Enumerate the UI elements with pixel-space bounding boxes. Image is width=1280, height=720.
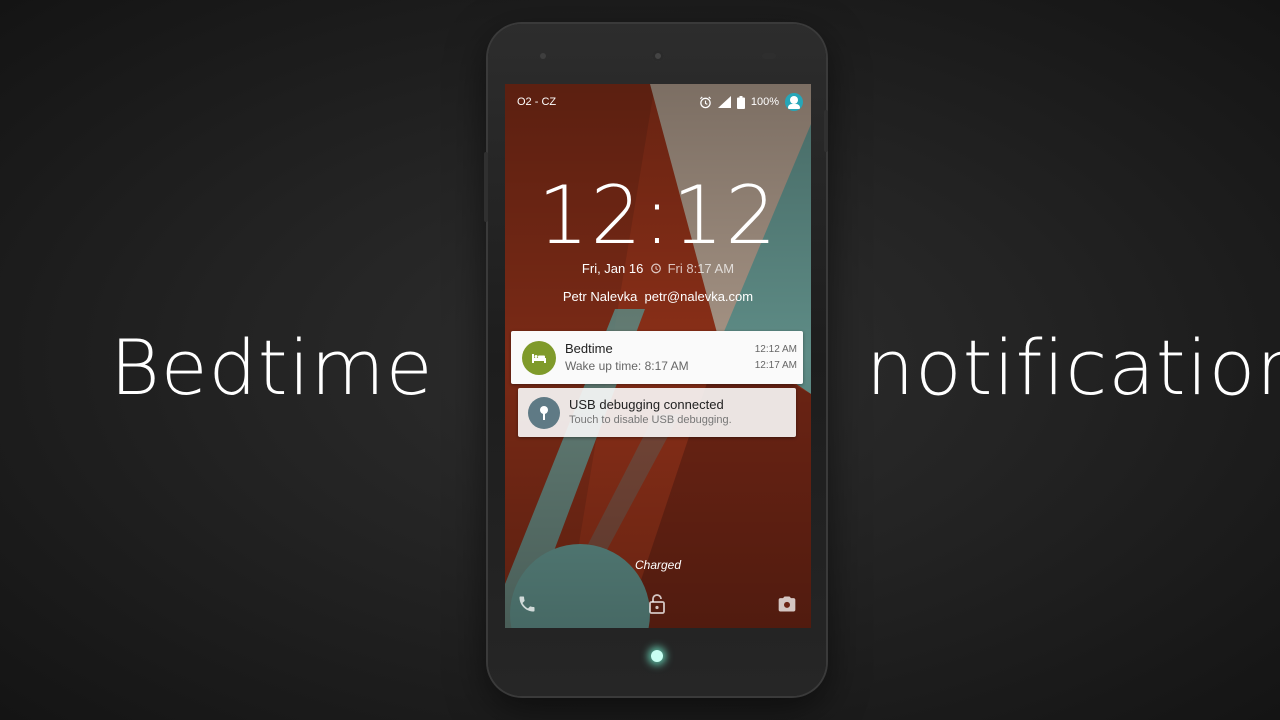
notification-bedtime[interactable]: Bedtime Wake up time: 8:17 AM 12:12 AM 1… (511, 331, 803, 384)
date-line: Fri, Jan 16 Fri 8:17 AM (505, 261, 811, 276)
usb-debug-icon (528, 397, 560, 429)
unlock-icon[interactable] (648, 594, 666, 614)
next-alarm-label: Fri 8:17 AM (667, 261, 735, 276)
camera-icon[interactable] (777, 594, 797, 614)
front-camera (540, 53, 546, 59)
notification-text: Wake up time: 8:17 AM (565, 359, 689, 373)
bed-icon (522, 341, 556, 375)
signal-icon (717, 96, 731, 108)
user-avatar-icon[interactable] (785, 93, 803, 111)
lock-screen: O2 - CZ 100% 12:12 Fri, Jan 16 Fri 8:17 … (505, 84, 811, 628)
battery-percent: 100% (750, 96, 779, 108)
owner-info: Petr Nalevka petr@nalevka.com (562, 289, 754, 304)
power-button[interactable] (824, 110, 828, 152)
alarm-icon (699, 96, 711, 108)
charging-status: Charged (634, 558, 682, 572)
battery-icon (736, 95, 745, 109)
notification-title: Bedtime (565, 341, 613, 356)
date-label: Fri, Jan 16 (581, 261, 644, 276)
volume-button[interactable] (484, 152, 488, 222)
next-alarm-icon (651, 263, 661, 274)
speaker-grille (652, 50, 664, 62)
notification-time: 12:17 AM (754, 360, 797, 371)
notification-time: 12:12 AM (754, 344, 797, 355)
notification-led (651, 650, 663, 662)
status-bar: O2 - CZ 100% (505, 84, 811, 120)
lock-clock: 12:12 (537, 169, 779, 262)
carrier-label: O2 - CZ (517, 96, 557, 108)
notification-text: Touch to disable USB debugging. (569, 414, 732, 426)
caption-left: Bedtime (110, 323, 434, 412)
phone-icon[interactable] (517, 594, 537, 614)
caption-right: notification (866, 323, 1280, 412)
notification-usb-debugging[interactable]: USB debugging connected Touch to disable… (518, 388, 796, 437)
proximity-sensor (762, 53, 776, 59)
notification-title: USB debugging connected (569, 397, 724, 412)
